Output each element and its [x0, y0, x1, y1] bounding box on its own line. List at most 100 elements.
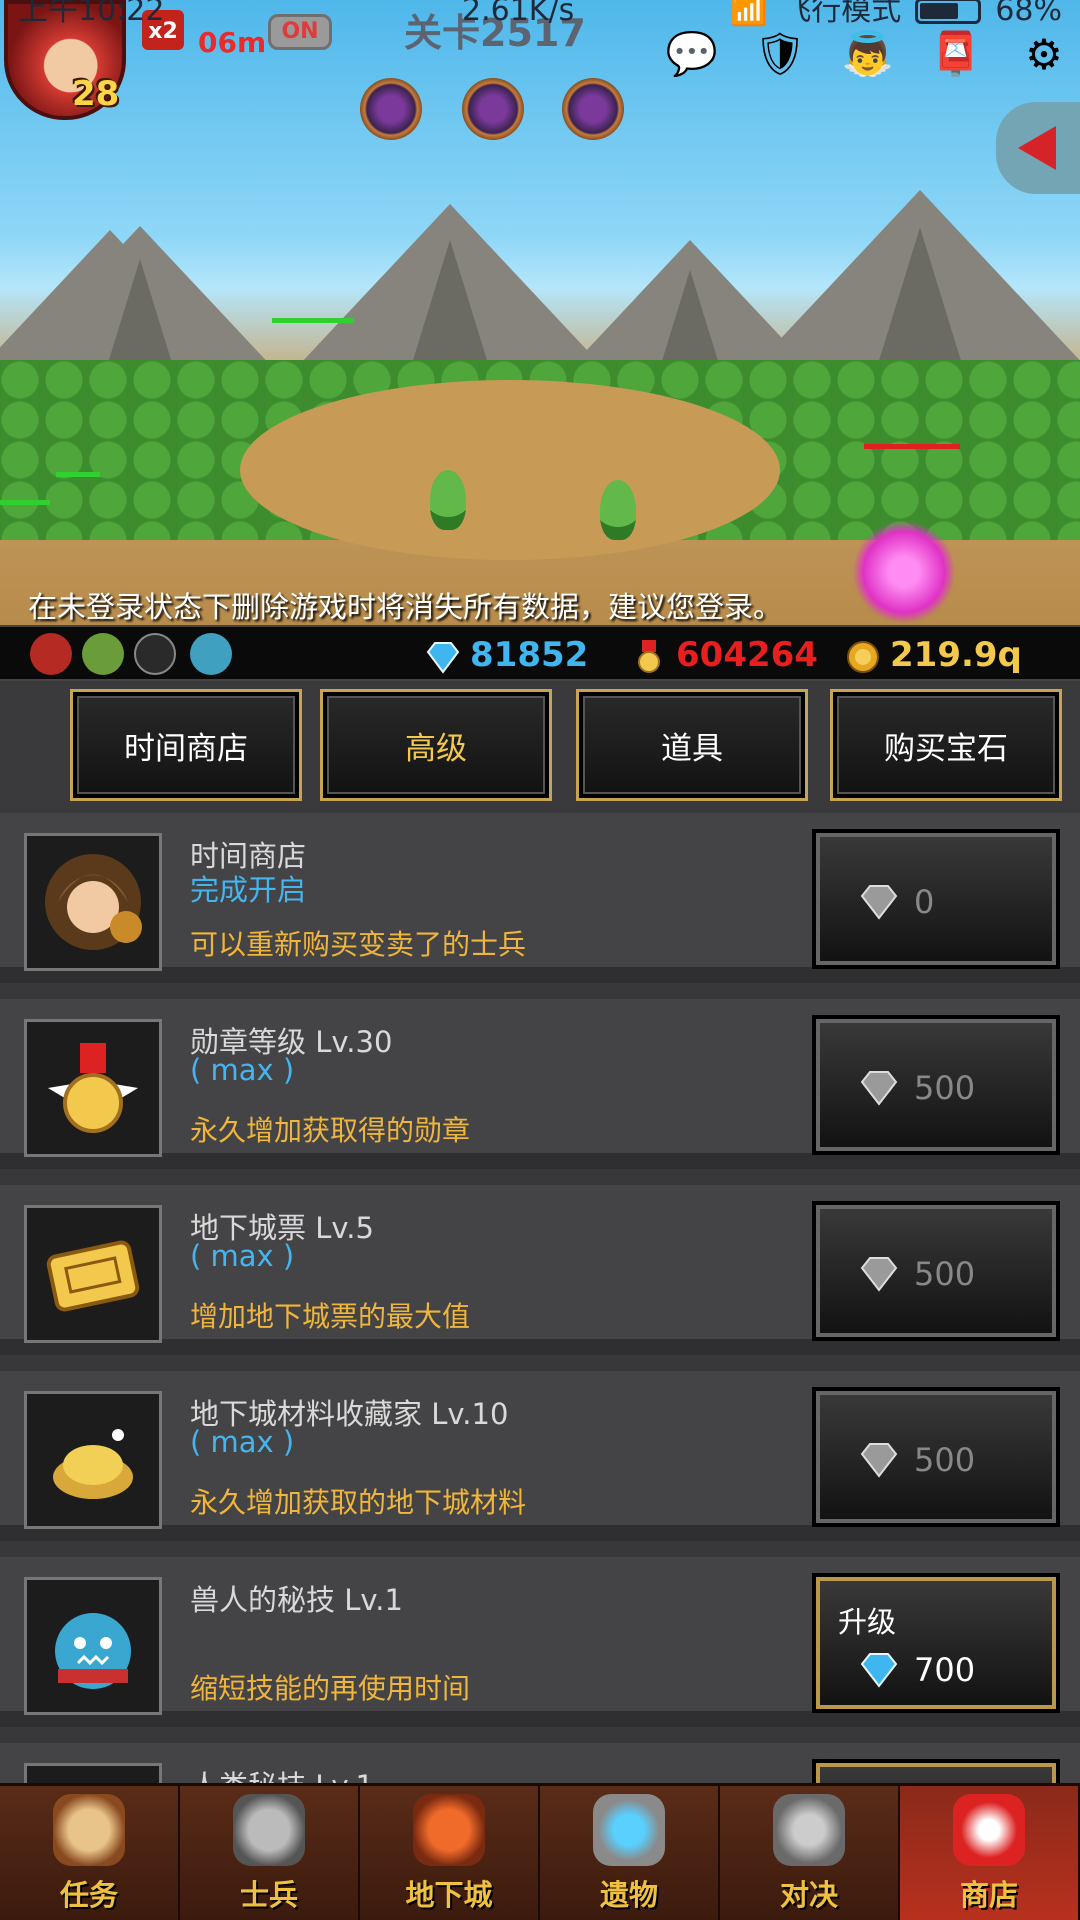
player-level: 28 [72, 74, 120, 114]
status-battery: 68% [995, 0, 1062, 28]
hp-bar [56, 472, 100, 477]
skill-orb[interactable] [462, 78, 524, 140]
magic-crystal [852, 520, 956, 624]
blue-gem-icon [860, 1653, 898, 1688]
tab-premium[interactable]: 高级 [320, 689, 552, 801]
nav-shop[interactable]: 商店 [900, 1786, 1080, 1920]
buy-button[interactable]: 500 [812, 1387, 1060, 1527]
bottom-nav: 任务 士兵 地下城 遗物 对决 商店 [0, 1783, 1080, 1920]
item-status: ( max ) [190, 1053, 295, 1087]
buy-button[interactable]: 500 [812, 1015, 1060, 1155]
item-name: 兽人的秘技 Lv.1 [190, 1583, 403, 1617]
scroll-icon [53, 1794, 125, 1866]
hp-bar [0, 500, 50, 505]
nav-label: 商店 [959, 1878, 1018, 1912]
price-value: 500 [914, 1255, 976, 1293]
item-name: 人类秘技 Lv.1 [190, 1763, 374, 1783]
item-status: 完成开启 [190, 873, 307, 907]
gold-value: 219.9q [890, 635, 1022, 675]
medal-value: 604264 [676, 635, 818, 675]
tab-time-shop[interactable]: 时间商店 [70, 689, 302, 801]
list-item: 时间商店 完成开启 可以重新购买变卖了的士兵 0 [0, 813, 1080, 983]
price: 500 [860, 1069, 975, 1107]
gear-icon[interactable]: ⚙ [1012, 26, 1076, 82]
item-desc: 缩短技能的再使用时间 [190, 1672, 471, 1705]
price-value: 700 [914, 1651, 976, 1689]
shop-tabs: 时间商店 高级 道具 购买宝石 [0, 681, 1080, 813]
nav-quests[interactable]: 任务 [0, 1786, 180, 1920]
item-status: ( max ) [190, 1239, 295, 1273]
hero-portrait-icon[interactable] [82, 633, 124, 675]
game-root: 上午10:22 2.61K/s 📶 飞行模式 68% 28 x2 06m ON … [0, 0, 1080, 1920]
item-desc: 增加地下城票的最大值 [190, 1300, 471, 1333]
gray-gem-icon [860, 1071, 898, 1106]
enemy-hp-bar [864, 444, 960, 449]
nav-relics[interactable]: 遗物 [540, 1786, 720, 1920]
price: 0 [860, 883, 934, 921]
login-notice: 在未登录状态下删除游戏时将消失所有数据，建议您登录。 [28, 590, 783, 624]
gold-ore-pile-icon [24, 1391, 162, 1529]
nav-label: 任务 [59, 1878, 118, 1912]
list-item: 地下城票 Lv.5 ( max ) 增加地下城票的最大值 500 [0, 1185, 1080, 1355]
price: 700 [860, 1651, 975, 1689]
helmet-icon [233, 1794, 305, 1866]
tree [600, 480, 636, 540]
chat-icon[interactable]: 💬 [660, 26, 724, 82]
skill-orb[interactable] [562, 78, 624, 140]
currency-bar: 81852 604264 219.9q [0, 625, 1080, 681]
hooded-merchant-icon [24, 833, 162, 971]
item-desc: 永久增加获取得的勋章 [190, 1114, 471, 1147]
status-right: 📶 飞行模式 68% [730, 0, 1062, 26]
item-desc: 永久增加获取的地下城材料 [190, 1486, 527, 1519]
wifi-icon: 📶 [729, 0, 768, 28]
nav-soldiers[interactable]: 士兵 [180, 1786, 360, 1920]
crossed-swords-icon [773, 1794, 845, 1866]
angel-icon[interactable]: 👼 [836, 26, 900, 82]
gem-icon [426, 641, 460, 674]
buy-button[interactable]: 0 [812, 829, 1060, 969]
tab-buy-gems[interactable]: 购买宝石 [830, 689, 1062, 801]
medal-count: 604264 [632, 633, 818, 677]
winged-medal-icon [24, 1019, 162, 1157]
price-value: 0 [914, 883, 935, 921]
status-time: 上午10:22 [18, 0, 165, 28]
gem-count: 81852 [426, 633, 588, 677]
buy-button[interactable]: 500 [812, 1201, 1060, 1341]
upgrade-label: 升级 [838, 1605, 897, 1639]
premium-list[interactable]: 时间商店 完成开启 可以重新购买变卖了的士兵 0 勋章等级 Lv.30 ( ma… [0, 813, 1080, 1783]
list-item: 勋章等级 Lv.30 ( max ) 永久增加获取得的勋章 500 [0, 999, 1080, 1169]
list-item: 地下城材料收藏家 Lv.10 ( max ) 永久增加获取的地下城材料 500 [0, 1371, 1080, 1541]
gray-gem-icon [860, 885, 898, 920]
skill-orb[interactable] [360, 78, 422, 140]
nav-dungeon[interactable]: 地下城 [360, 1786, 540, 1920]
gray-gem-icon [860, 1257, 898, 1292]
nav-duel[interactable]: 对决 [720, 1786, 900, 1920]
hero-portrait-icon[interactable] [190, 633, 232, 675]
dirt-ground [240, 380, 780, 560]
hero-portrait-icon[interactable] [30, 633, 72, 675]
status-mode: 飞行模式 [781, 0, 902, 28]
battle-scene[interactable]: 28 x2 06m ON 关卡2517 💬 🛡 👼 📮 ⚙ 在未登录状态下删除游… [0, 0, 1080, 625]
status-bar: 上午10:22 2.61K/s 📶 飞行模式 68% [0, 0, 1080, 34]
human-secret-icon [24, 1763, 162, 1783]
shop-icon [953, 1794, 1025, 1866]
nav-label: 对决 [779, 1878, 838, 1912]
monster-plant-icon [413, 1794, 485, 1866]
gold-count: 219.9q [846, 633, 1022, 677]
orc-face-icon [24, 1577, 162, 1715]
price: 500 [860, 1255, 975, 1293]
hero-portrait-icon[interactable] [134, 633, 176, 675]
side-panel-arrow-icon[interactable] [996, 102, 1080, 194]
upgrade-button[interactable] [812, 1759, 1060, 1783]
tab-items[interactable]: 道具 [576, 689, 808, 801]
dungeon-ticket-icon [24, 1205, 162, 1343]
status-net-speed: 2.61K/s [462, 0, 575, 28]
gem-value: 81852 [470, 635, 589, 675]
orb-icon [593, 1794, 665, 1866]
nav-label: 地下城 [405, 1878, 493, 1912]
item-desc: 可以重新购买变卖了的士兵 [190, 928, 527, 961]
clan-shield-icon[interactable]: 🛡 [748, 26, 812, 82]
upgrade-button[interactable]: 升级 700 [812, 1573, 1060, 1713]
nav-label: 士兵 [239, 1878, 298, 1912]
mailbox-icon[interactable]: 📮 [924, 26, 988, 82]
